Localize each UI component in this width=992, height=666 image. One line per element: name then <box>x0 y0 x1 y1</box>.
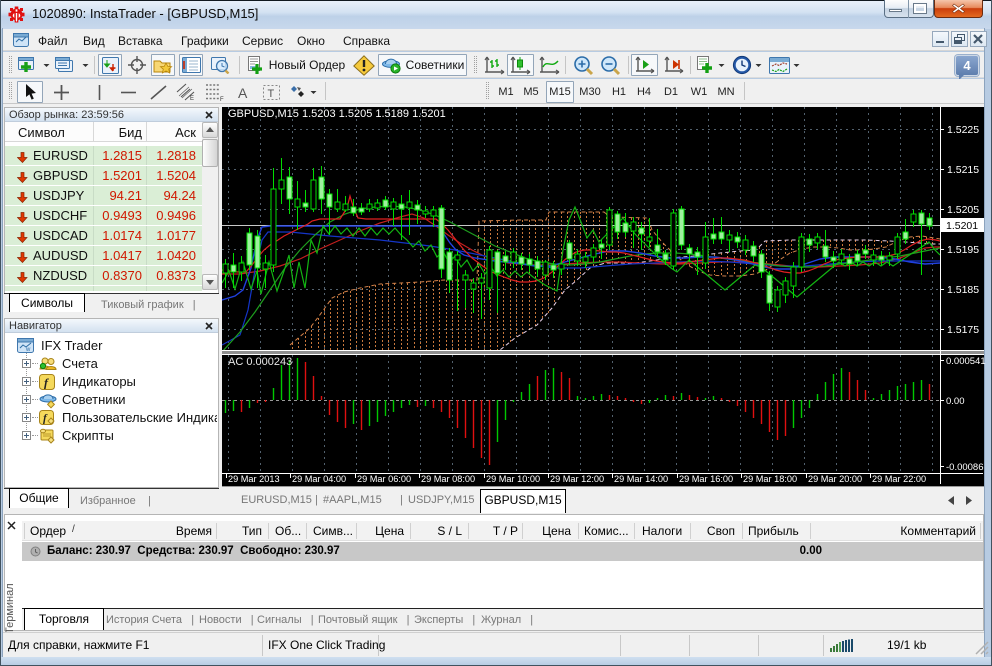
svg-text:1.5201: 1.5201 <box>946 220 978 232</box>
svg-text:29 Mar 10:00: 29 Mar 10:00 <box>486 474 540 484</box>
svg-text:29 Mar 18:00: 29 Mar 18:00 <box>743 474 797 484</box>
svg-text:AC 0.000243: AC 0.000243 <box>228 356 292 368</box>
svg-text:29 Mar 12:00: 29 Mar 12:00 <box>550 474 604 484</box>
svg-text:1.5185: 1.5185 <box>947 284 979 296</box>
svg-text:-0.00086: -0.00086 <box>946 462 984 473</box>
svg-text:A: A <box>238 85 248 100</box>
svg-text:29 Mar 20:00: 29 Mar 20:00 <box>808 474 862 484</box>
svg-text:E: E <box>190 96 194 101</box>
svg-text:29 Mar 08:00: 29 Mar 08:00 <box>421 474 475 484</box>
svg-text:1.5195: 1.5195 <box>947 244 979 256</box>
svg-text:1.5215: 1.5215 <box>947 164 979 176</box>
svg-text:1.5175: 1.5175 <box>947 324 979 336</box>
svg-text:GBPUSD,M15 1.5203 1.5205 1.51: GBPUSD,M15 1.5203 1.5205 1.5189 1.5201 <box>228 108 446 120</box>
svg-text:29 Mar 14:00: 29 Mar 14:00 <box>614 474 668 484</box>
svg-text:0.000541: 0.000541 <box>946 356 986 367</box>
svg-text:w: w <box>25 347 31 353</box>
svg-text:29 Mar 22:00: 29 Mar 22:00 <box>872 474 926 484</box>
svg-text:F: F <box>220 97 224 101</box>
svg-text:29 Mar 04:00: 29 Mar 04:00 <box>292 474 346 484</box>
svg-text:1.5225: 1.5225 <box>947 124 979 136</box>
svg-text:1.5205: 1.5205 <box>947 204 979 216</box>
svg-text:29 Mar 16:00: 29 Mar 16:00 <box>679 474 733 484</box>
svg-text:T: T <box>267 88 274 100</box>
svg-text:0.00: 0.00 <box>946 396 965 407</box>
svg-text:29 Mar 2013: 29 Mar 2013 <box>228 474 280 484</box>
svg-text:29 Mar 06:00: 29 Mar 06:00 <box>357 474 411 484</box>
